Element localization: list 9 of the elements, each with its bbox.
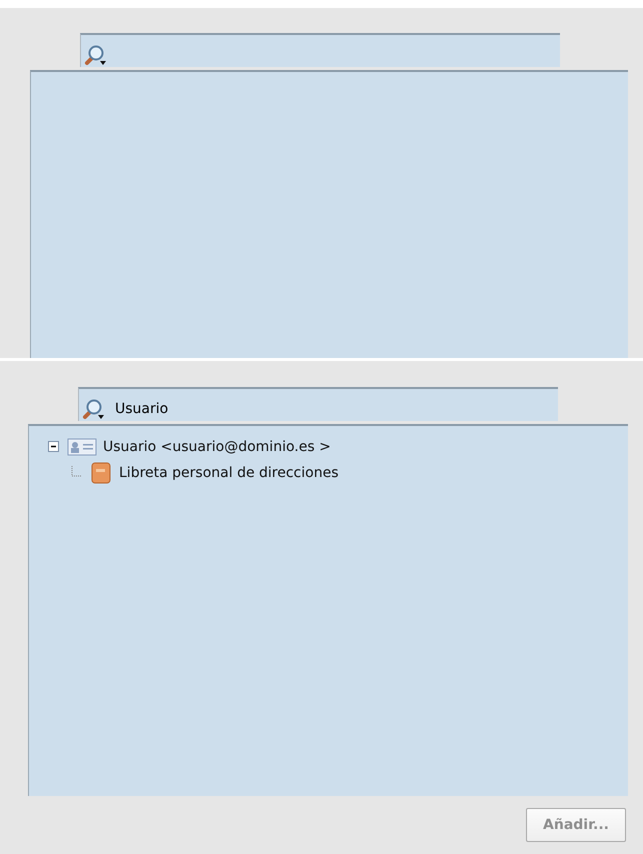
search-icon[interactable] [84, 44, 108, 66]
tree-item[interactable]: Usuario <usuario@dominio.es > [103, 439, 331, 455]
search-field[interactable] [80, 33, 560, 67]
book-icon [89, 461, 113, 485]
search-field[interactable]: Usuario [78, 387, 558, 421]
tree-item[interactable]: Libreta personal de direcciones [119, 465, 338, 481]
contact-card-icon [67, 438, 97, 456]
search-icon[interactable] [82, 398, 106, 420]
collapse-toggle[interactable] [47, 440, 61, 454]
